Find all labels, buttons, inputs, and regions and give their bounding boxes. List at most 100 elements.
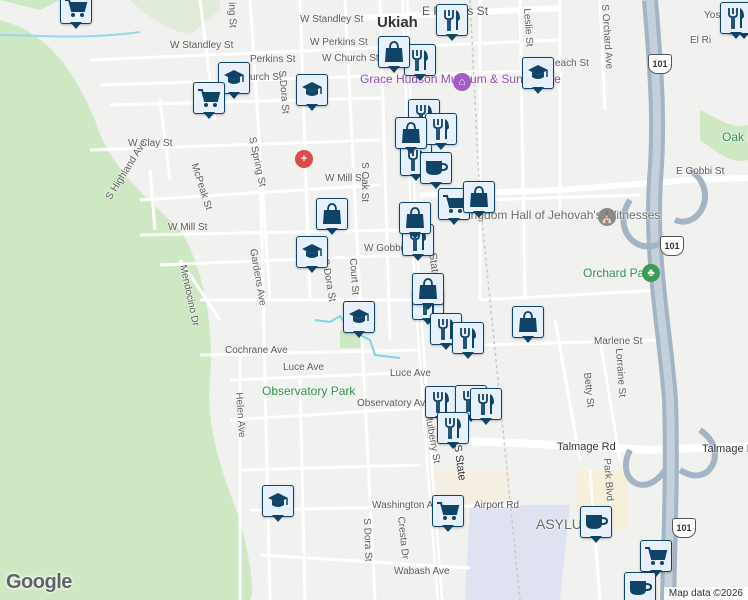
shopping-cart-marker[interactable] bbox=[640, 540, 672, 577]
school-icon bbox=[343, 301, 375, 333]
shopping-cart-icon bbox=[193, 82, 225, 114]
shopping-bag-marker[interactable] bbox=[412, 273, 444, 310]
marker-pointer bbox=[522, 336, 534, 343]
shopping-cart-marker[interactable] bbox=[432, 495, 464, 532]
marker-pointer bbox=[414, 74, 426, 81]
observatory-park-label[interactable]: Observatory Park bbox=[262, 384, 355, 398]
shopping-cart-icon bbox=[432, 495, 464, 527]
shopping-bag-marker[interactable] bbox=[378, 36, 410, 73]
shopping-cart-icon bbox=[60, 0, 92, 24]
highway-shield-101: 101 bbox=[660, 236, 684, 256]
street-label: Observatory Ave bbox=[357, 398, 431, 409]
marker-pointer bbox=[435, 143, 447, 150]
museum-icon[interactable]: ⌂ bbox=[453, 73, 471, 91]
shopping-cart-marker[interactable] bbox=[60, 0, 92, 29]
google-logo: Google bbox=[6, 571, 72, 593]
shopping-bag-icon bbox=[395, 117, 427, 149]
restaurant-icon bbox=[720, 2, 748, 34]
cafe-marker[interactable] bbox=[624, 572, 656, 600]
shopping-bag-marker[interactable] bbox=[395, 117, 427, 154]
marker-pointer bbox=[422, 303, 434, 310]
asylum-label[interactable]: ASYLU bbox=[536, 516, 582, 532]
marker-pointer bbox=[462, 352, 474, 359]
school-marker[interactable] bbox=[343, 301, 375, 338]
street-label: Airport Rd bbox=[474, 500, 520, 511]
school-icon bbox=[522, 57, 554, 89]
street-label: W Standley St bbox=[170, 40, 234, 51]
shopping-bag-marker[interactable] bbox=[463, 181, 495, 218]
marker-pointer bbox=[430, 182, 442, 189]
shopping-bag-icon bbox=[378, 36, 410, 68]
street-label: W Church St bbox=[322, 53, 379, 64]
shopping-bag-marker[interactable] bbox=[512, 306, 544, 343]
school-icon bbox=[296, 74, 328, 106]
shopping-cart-icon bbox=[640, 540, 672, 572]
street-label: W Standley St bbox=[300, 14, 364, 25]
highway-shield-101: 101 bbox=[672, 518, 696, 538]
hospital-icon[interactable]: + bbox=[295, 150, 313, 168]
street-label: Talmage Rd bbox=[702, 443, 748, 455]
marker-pointer bbox=[70, 22, 82, 29]
shopping-bag-icon bbox=[399, 202, 431, 234]
street-label: W Perkins St bbox=[310, 37, 368, 48]
marker-pointer bbox=[473, 211, 485, 218]
marker-pointer bbox=[442, 525, 454, 532]
shopping-bag-icon bbox=[316, 198, 348, 230]
oak-manor-label[interactable]: Oak M bbox=[722, 130, 748, 144]
marker-pointer bbox=[405, 147, 417, 154]
map-attribution[interactable]: Map data ©2026 bbox=[663, 587, 748, 600]
city-label: Ukiah bbox=[377, 14, 418, 31]
street-label: E Gobbi St bbox=[676, 166, 725, 177]
marker-pointer bbox=[480, 418, 492, 425]
shopping-bag-icon bbox=[463, 181, 495, 213]
place-of-worship-icon[interactable]: ⛪ bbox=[598, 208, 616, 226]
street-label: Perkins St bbox=[250, 54, 296, 65]
street-label: ing St bbox=[226, 2, 238, 28]
restaurant-icon bbox=[436, 4, 468, 36]
shopping-bag-marker[interactable] bbox=[316, 198, 348, 235]
cafe-marker[interactable] bbox=[580, 506, 612, 543]
restaurant-marker[interactable] bbox=[470, 388, 502, 425]
marker-pointer bbox=[228, 92, 240, 99]
marker-pointer bbox=[409, 232, 421, 239]
restaurant-icon bbox=[437, 412, 469, 444]
restaurant-marker[interactable] bbox=[436, 4, 468, 41]
school-icon bbox=[296, 236, 328, 268]
marker-pointer bbox=[306, 266, 318, 273]
street-label: each St bbox=[555, 58, 589, 69]
street-label: El Ri bbox=[690, 35, 712, 46]
restaurant-icon bbox=[425, 113, 457, 145]
map-canvas[interactable]: Ukiah W Standley St W Standley St W Perk… bbox=[0, 0, 748, 600]
shopping-cart-marker[interactable] bbox=[193, 82, 225, 119]
school-marker[interactable] bbox=[522, 57, 554, 94]
shopping-bag-icon bbox=[412, 273, 444, 305]
cafe-icon bbox=[580, 506, 612, 538]
street-label: Cochrane Ave bbox=[225, 345, 288, 356]
restaurant-marker[interactable] bbox=[452, 322, 484, 359]
street-label: W Mill St bbox=[168, 222, 208, 233]
marker-pointer bbox=[590, 536, 602, 543]
marker-pointer bbox=[272, 515, 284, 522]
school-marker[interactable] bbox=[262, 485, 294, 522]
cafe-marker[interactable] bbox=[420, 152, 452, 189]
shopping-bag-icon bbox=[512, 306, 544, 338]
highway-shield-101: 101 bbox=[648, 54, 672, 74]
street-label: Wabash Ave bbox=[394, 566, 450, 577]
marker-pointer bbox=[203, 112, 215, 119]
marker-pointer bbox=[448, 218, 460, 225]
marker-pointer bbox=[412, 254, 424, 261]
school-marker[interactable] bbox=[296, 74, 328, 111]
restaurant-marker[interactable] bbox=[720, 2, 748, 39]
marker-pointer bbox=[446, 34, 458, 41]
marker-pointer bbox=[353, 331, 365, 338]
park-icon[interactable]: ♣ bbox=[642, 264, 660, 282]
street-label: Talmage Rd bbox=[557, 441, 616, 453]
marker-pointer bbox=[388, 66, 400, 73]
school-marker[interactable] bbox=[296, 236, 328, 273]
restaurant-marker[interactable] bbox=[437, 412, 469, 449]
shopping-bag-marker[interactable] bbox=[399, 202, 431, 239]
marker-pointer bbox=[730, 32, 742, 39]
street-label: Marlene St bbox=[594, 336, 643, 347]
marker-pointer bbox=[326, 228, 338, 235]
restaurant-icon bbox=[452, 322, 484, 354]
